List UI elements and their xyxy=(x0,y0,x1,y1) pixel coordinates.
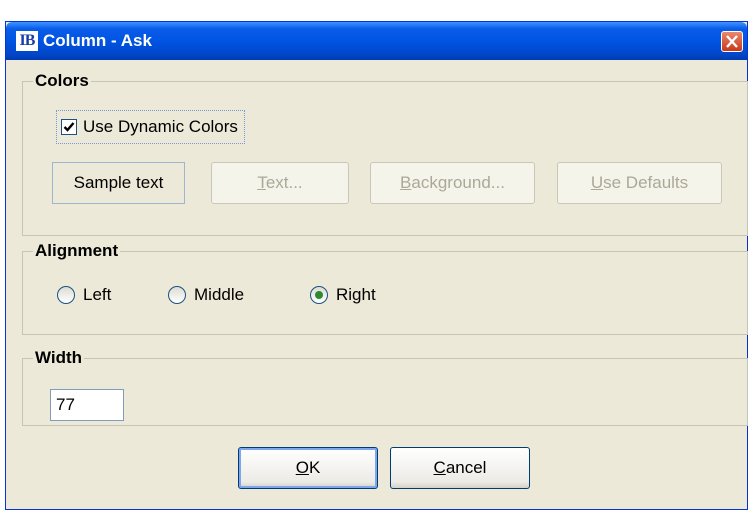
alignment-group-title: Alignment xyxy=(33,241,121,261)
title-bar[interactable]: IB Column - Ask xyxy=(6,22,747,60)
window-title: Column - Ask xyxy=(43,31,152,50)
cancel-mnemonic: C xyxy=(433,458,446,477)
close-button[interactable] xyxy=(721,31,743,52)
background-button-mnemonic: B xyxy=(400,173,412,192)
align-left-label: Left xyxy=(83,285,112,304)
width-group-title: Width xyxy=(33,348,85,368)
use-dynamic-colors-label: Use Dynamic Colors xyxy=(83,117,238,136)
align-middle-label: Middle xyxy=(194,285,245,304)
colors-group-title: Colors xyxy=(33,71,91,91)
align-right-radio[interactable]: Right xyxy=(310,285,376,305)
width-input[interactable] xyxy=(50,389,124,421)
checkbox-box[interactable] xyxy=(61,119,77,135)
column-ask-dialog: IB Column - Ask Colors Use Dynamic Color… xyxy=(5,21,748,510)
sample-text-preview: Sample text xyxy=(52,162,185,204)
align-middle-radio[interactable]: Middle xyxy=(168,285,244,305)
cancel-button[interactable]: Cancel xyxy=(390,447,530,489)
background-button-label: ackground... xyxy=(411,173,505,192)
ok-mnemonic: O xyxy=(295,458,309,477)
defaults-button-label: se Defaults xyxy=(603,173,689,192)
ok-button[interactable]: OK xyxy=(238,447,378,489)
radio-circle[interactable] xyxy=(310,286,328,304)
close-icon xyxy=(726,35,738,48)
checkmark-icon xyxy=(63,122,75,132)
colors-group: Colors Use Dynamic Colors Sample text Te… xyxy=(22,71,748,236)
text-color-button[interactable]: Text... xyxy=(211,162,349,204)
align-right-label: Right xyxy=(336,285,376,304)
use-defaults-button[interactable]: Use Defaults xyxy=(557,162,722,204)
alignment-group: Alignment Left Middle Right xyxy=(22,241,748,335)
use-dynamic-colors-checkbox[interactable]: Use Dynamic Colors xyxy=(56,110,245,144)
background-color-button[interactable]: Background... xyxy=(370,162,535,204)
radio-selected-dot xyxy=(315,291,323,299)
ib-app-icon: IB xyxy=(16,31,38,51)
align-left-radio[interactable]: Left xyxy=(57,285,111,305)
ok-label: K xyxy=(308,458,321,477)
text-button-mnemonic: T xyxy=(257,173,266,192)
dialog-content: Colors Use Dynamic Colors Sample text Te… xyxy=(6,60,748,509)
radio-circle[interactable] xyxy=(57,286,75,304)
width-group: Width xyxy=(22,348,748,426)
cancel-label: ancel xyxy=(445,458,487,477)
radio-circle[interactable] xyxy=(168,286,186,304)
defaults-button-mnemonic: U xyxy=(590,173,604,192)
text-button-label: ext... xyxy=(265,173,303,192)
